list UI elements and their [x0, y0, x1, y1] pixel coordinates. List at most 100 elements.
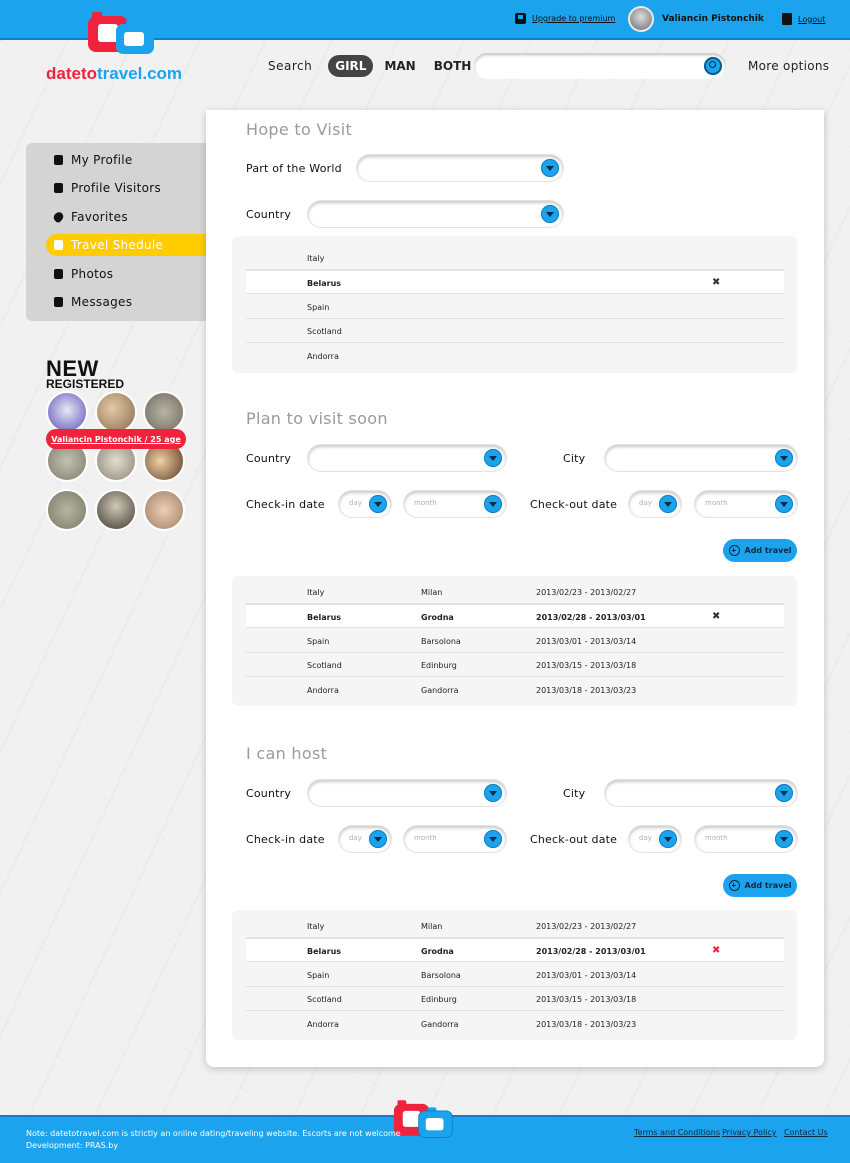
- hope-country-label: Country: [246, 208, 292, 221]
- cell-city: Barsolona: [421, 637, 461, 646]
- table-row[interactable]: Italy Milan 2013/02/23 - 2013/02/27: [246, 914, 784, 938]
- chevron-down-icon: [369, 830, 387, 848]
- part-of-world-label: Part of the World: [246, 162, 342, 175]
- member-avatar[interactable]: [95, 391, 137, 433]
- table-row[interactable]: Scotland Edinburg 2013/03/15 - 2013/03/18: [246, 987, 784, 1011]
- table-row[interactable]: Belarus ✖: [246, 270, 784, 294]
- sidebar-item-favorites[interactable]: Favorites: [46, 206, 216, 228]
- plan-checkout-day-select[interactable]: day: [629, 491, 681, 517]
- host-checkout-month-select[interactable]: month: [695, 826, 797, 852]
- sidebar-item-travel-shedule[interactable]: Travel Shedule: [46, 234, 216, 256]
- cell-country: Andorra: [307, 1020, 339, 1029]
- footer-note-text: Note: datetotravel.com is strictly an on…: [26, 1129, 401, 1138]
- sidebar-item-messages[interactable]: Messages: [46, 291, 216, 313]
- footer-dev-text: Development: PRAS.by: [26, 1141, 119, 1150]
- footer: Note: datetotravel.com is strictly an on…: [0, 1100, 850, 1163]
- plus-icon: [728, 545, 740, 556]
- premium-icon: [515, 13, 526, 24]
- table-row[interactable]: Italy Milan 2013/02/23 - 2013/02/27: [246, 580, 784, 604]
- host-country-select[interactable]: [308, 780, 506, 806]
- gender-girl-button[interactable]: GIRL: [328, 55, 374, 77]
- plan-country-select[interactable]: [308, 445, 506, 471]
- host-checkin-day-select[interactable]: day: [339, 826, 391, 852]
- host-add-travel-button[interactable]: Add travel: [723, 874, 797, 897]
- member-avatar[interactable]: [46, 391, 88, 433]
- cell-country: Italy: [307, 254, 325, 263]
- month-placeholder: month: [414, 499, 437, 507]
- table-row[interactable]: Andorra: [246, 344, 784, 368]
- sidebar-item-my-profile[interactable]: My Profile: [46, 149, 216, 171]
- plan-checkin-day-select[interactable]: day: [339, 491, 391, 517]
- cell-country: Andorra: [307, 686, 339, 695]
- logout-label: Logout: [798, 14, 826, 24]
- cell-city: Milan: [421, 588, 443, 597]
- cell-country: Spain: [307, 971, 330, 980]
- member-avatar[interactable]: [143, 391, 185, 433]
- member-tooltip[interactable]: Valiancin Pistonchik / 25 age: [46, 429, 186, 449]
- table-row[interactable]: Spain Barsolona 2013/03/01 - 2013/03/14: [246, 963, 784, 987]
- footer-note: Note: datetotravel.com is strictly an on…: [26, 1128, 401, 1152]
- table-row[interactable]: Scotland: [246, 319, 784, 343]
- cell-dates: 2013/02/28 - 2013/03/01: [536, 613, 646, 622]
- upgrade-label: Upgrade to premium: [532, 14, 616, 23]
- delete-icon[interactable]: ✖: [712, 946, 720, 956]
- plan-checkout-month-select[interactable]: month: [695, 491, 797, 517]
- terms-link[interactable]: Terms and Conditions: [634, 1128, 720, 1137]
- cell-country: Scotland: [307, 327, 342, 336]
- chevron-down-icon: [659, 830, 677, 848]
- user-menu[interactable]: Valiancin Pistonchik: [628, 6, 764, 32]
- plan-add-travel-button[interactable]: Add travel: [723, 539, 797, 562]
- cell-dates: 2013/03/18 - 2013/03/23: [536, 686, 637, 695]
- host-city-select[interactable]: [605, 780, 797, 806]
- cell-country: Belarus: [307, 613, 342, 622]
- message-icon: [54, 297, 63, 307]
- table-row[interactable]: Andorra Gandorra 2013/03/18 - 2013/03/23: [246, 1012, 784, 1036]
- hope-section-title: Hope to Visit: [246, 120, 353, 139]
- chevron-down-icon: [775, 784, 793, 802]
- table-row[interactable]: Andorra Gandorra 2013/03/18 - 2013/03/23: [246, 678, 784, 702]
- cell-country: Belarus: [307, 279, 342, 288]
- part-of-world-select[interactable]: [357, 155, 563, 181]
- gender-man-button[interactable]: MAN: [377, 55, 422, 77]
- plan-checkin-month-select[interactable]: month: [404, 491, 506, 517]
- table-row[interactable]: Belarus Grodna 2013/02/28 - 2013/03/01 ✖: [246, 604, 784, 628]
- privacy-link[interactable]: Privacy Policy: [722, 1128, 777, 1137]
- cell-country: Italy: [307, 922, 325, 931]
- table-row[interactable]: Spain Barsolona 2013/03/01 - 2013/03/14: [246, 629, 784, 653]
- host-checkout-day-select[interactable]: day: [629, 826, 681, 852]
- cell-city: Edinburg: [421, 995, 457, 1004]
- member-avatar[interactable]: [95, 489, 137, 531]
- travel-schedule-panel: Hope to Visit Part of the World Country …: [206, 110, 824, 1067]
- delete-icon[interactable]: ✖: [712, 612, 720, 622]
- table-row[interactable]: Spain: [246, 295, 784, 319]
- sidebar-item-profile-visitors[interactable]: Profile Visitors: [46, 177, 216, 199]
- search-icon[interactable]: [704, 57, 722, 75]
- upgrade-link[interactable]: Upgrade to premium: [515, 13, 615, 24]
- sidebar-item-photos[interactable]: Photos: [46, 263, 216, 285]
- gender-both-button[interactable]: BOTH: [427, 55, 479, 77]
- table-row[interactable]: Scotland Edinburg 2013/03/15 - 2013/03/18: [246, 653, 784, 677]
- contact-link[interactable]: Contact Us: [784, 1128, 828, 1137]
- plan-table: Italy Milan 2013/02/23 - 2013/02/27 Belaru…: [232, 576, 797, 706]
- delete-icon[interactable]: ✖: [712, 278, 720, 288]
- user-name: Valiancin Pistonchik: [662, 14, 764, 24]
- host-checkin-month-select[interactable]: month: [404, 826, 506, 852]
- users-icon: [54, 183, 63, 193]
- member-avatar[interactable]: [46, 489, 88, 531]
- hope-country-select[interactable]: [308, 201, 563, 227]
- logout-link[interactable]: Logout: [782, 13, 825, 25]
- month-placeholder: month: [705, 834, 728, 842]
- more-options-link[interactable]: More options: [748, 59, 829, 73]
- sidebar-item-label: Travel Shedule: [71, 238, 164, 252]
- cell-country: Spain: [307, 637, 330, 646]
- search-input[interactable]: [474, 53, 726, 79]
- table-row[interactable]: Belarus Grodna 2013/02/28 - 2013/03/01 ✖: [246, 938, 784, 962]
- logo-suitcase-icon[interactable]: [86, 6, 158, 58]
- search-label: Search: [268, 59, 313, 73]
- plan-checkout-label: Check-out date: [530, 498, 618, 511]
- member-avatar[interactable]: [143, 489, 185, 531]
- logo-text[interactable]: datetotravel.com: [46, 64, 182, 84]
- plan-city-select[interactable]: [605, 445, 797, 471]
- chevron-down-icon: [484, 784, 502, 802]
- table-row[interactable]: Italy: [246, 246, 784, 270]
